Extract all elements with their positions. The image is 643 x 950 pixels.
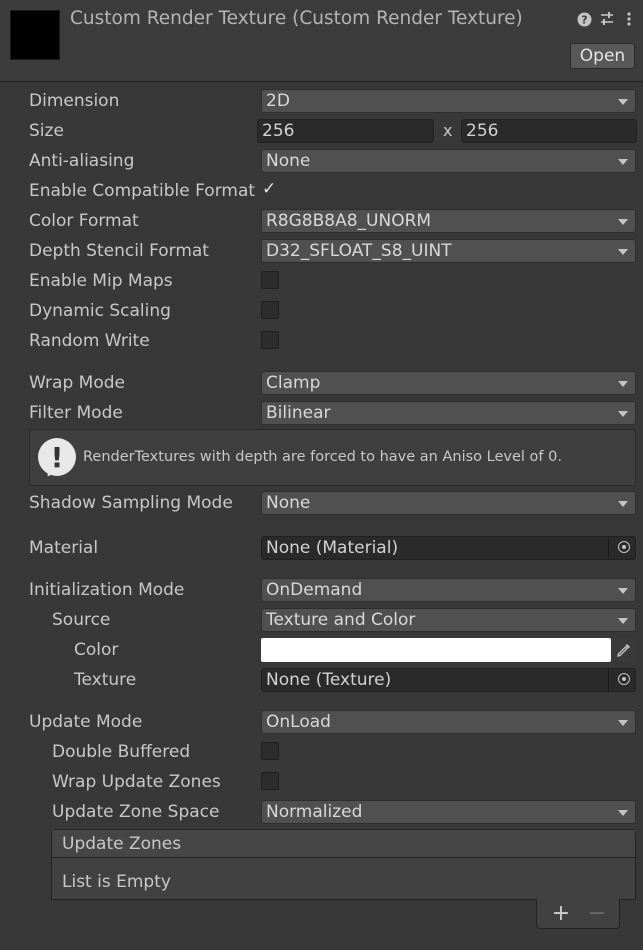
- color-format-label: Color Format: [29, 211, 139, 231]
- chevron-down-icon: [618, 810, 628, 816]
- aniso-warning-text: RenderTextures with depth are forced to …: [83, 449, 562, 465]
- update-mode-value: OnLoad: [266, 712, 331, 732]
- color-format-value: R8G8B8A8_UNORM: [266, 211, 432, 231]
- update-zone-space-label: Update Zone Space: [52, 802, 220, 822]
- color-format-dropdown[interactable]: R8G8B8A8_UNORM: [261, 209, 636, 233]
- size-label: Size: [29, 121, 64, 141]
- checkmark-icon: ✓: [262, 179, 277, 199]
- open-button[interactable]: Open: [570, 43, 635, 69]
- list-empty-text: List is Empty: [62, 872, 171, 892]
- source-label: Source: [52, 610, 111, 630]
- chevron-down-icon: [618, 159, 628, 165]
- svg-text:?: ?: [581, 13, 587, 26]
- shadow-sampling-mode-value: None: [266, 493, 311, 513]
- warning-icon: !: [38, 438, 76, 476]
- chevron-down-icon: [618, 720, 628, 726]
- update-zone-space-dropdown[interactable]: Normalized: [261, 800, 636, 824]
- asset-title: Custom Render Texture (Custom Render Tex…: [70, 8, 523, 29]
- material-label: Material: [29, 538, 99, 558]
- chevron-down-icon: [618, 411, 628, 417]
- texture-thumbnail: [10, 10, 60, 60]
- wrap-update-zones-checkbox[interactable]: [261, 772, 279, 790]
- shadow-sampling-mode-label: Shadow Sampling Mode: [29, 493, 233, 513]
- initialization-mode-dropdown[interactable]: OnDemand: [261, 578, 636, 602]
- depth-stencil-format-label: Depth Stencil Format: [29, 241, 209, 261]
- update-zones-title: Update Zones: [62, 834, 182, 854]
- add-zone-button[interactable]: +: [546, 899, 576, 928]
- enable-compatible-format-label: Enable Compatible Format: [29, 181, 256, 201]
- double-buffered-label: Double Buffered: [52, 742, 191, 762]
- wrap-mode-value: Clamp: [266, 373, 321, 393]
- update-mode-dropdown[interactable]: OnLoad: [261, 710, 636, 734]
- filter-mode-label: Filter Mode: [29, 403, 123, 423]
- random-write-label: Random Write: [29, 331, 150, 351]
- material-object-field[interactable]: None (Material): [261, 536, 636, 560]
- chevron-down-icon: [618, 219, 628, 225]
- anti-aliasing-label: Anti-aliasing: [29, 151, 135, 171]
- object-picker-icon[interactable]: [618, 673, 630, 685]
- chevron-down-icon: [618, 501, 628, 507]
- wrap-mode-label: Wrap Mode: [29, 373, 125, 393]
- texture-value: None (Texture): [266, 670, 392, 690]
- anti-aliasing-dropdown[interactable]: None: [261, 149, 636, 173]
- random-write-checkbox[interactable]: [261, 331, 279, 349]
- enable-mip-maps-checkbox[interactable]: [261, 271, 279, 289]
- preset-icon[interactable]: [599, 11, 615, 27]
- update-zone-space-value: Normalized: [266, 802, 363, 822]
- chevron-down-icon: [618, 99, 628, 105]
- dynamic-scaling-label: Dynamic Scaling: [29, 301, 171, 321]
- inspector-header: Custom Render Texture (Custom Render Tex…: [0, 0, 643, 82]
- chevron-down-icon: [618, 249, 628, 255]
- wrap-mode-dropdown[interactable]: Clamp: [261, 371, 636, 395]
- texture-label: Texture: [74, 670, 137, 690]
- filter-mode-dropdown[interactable]: Bilinear: [261, 401, 636, 425]
- dimension-dropdown[interactable]: 2D: [261, 89, 636, 113]
- dimension-value: 2D: [266, 91, 290, 111]
- double-buffered-checkbox[interactable]: [261, 742, 279, 760]
- dimension-label: Dimension: [29, 91, 120, 111]
- material-value: None (Material): [266, 538, 399, 558]
- chevron-down-icon: [618, 618, 628, 624]
- initialization-mode-label: Initialization Mode: [29, 580, 185, 600]
- initialization-mode-value: OnDemand: [266, 580, 363, 600]
- depth-stencil-format-value: D32_SFLOAT_S8_UINT: [266, 241, 452, 261]
- depth-stencil-format-dropdown[interactable]: D32_SFLOAT_S8_UINT: [261, 239, 636, 263]
- color-swatch[interactable]: [261, 638, 611, 662]
- chevron-down-icon: [618, 588, 628, 594]
- object-picker-icon[interactable]: [618, 541, 630, 553]
- enable-mip-maps-label: Enable Mip Maps: [29, 271, 173, 291]
- source-value: Texture and Color: [266, 610, 416, 630]
- size-height-field[interactable]: 256: [461, 119, 637, 143]
- eyedropper-icon[interactable]: [612, 638, 636, 662]
- update-mode-label: Update Mode: [29, 712, 143, 732]
- update-zones-list-header: Update Zones: [52, 830, 635, 858]
- source-dropdown[interactable]: Texture and Color: [261, 608, 636, 632]
- shadow-sampling-mode-dropdown[interactable]: None: [261, 491, 636, 515]
- wrap-update-zones-label: Wrap Update Zones: [52, 772, 221, 792]
- texture-object-field[interactable]: None (Texture): [261, 668, 636, 692]
- help-icon[interactable]: ?: [576, 11, 592, 27]
- remove-zone-button[interactable]: −: [582, 899, 612, 928]
- object-field-separator: [608, 537, 609, 559]
- size-separator: x: [443, 121, 453, 140]
- aniso-warning-helpbox: ! RenderTextures with depth are forced t…: [29, 429, 636, 486]
- update-zones-list-footer: + −: [536, 899, 620, 929]
- color-label: Color: [74, 640, 119, 660]
- anti-aliasing-value: None: [266, 151, 311, 171]
- enable-compatible-format-checkbox[interactable]: ✓: [261, 179, 279, 200]
- chevron-down-icon: [618, 381, 628, 387]
- filter-mode-value: Bilinear: [266, 403, 331, 423]
- kebab-menu-icon[interactable]: [621, 11, 637, 27]
- dynamic-scaling-checkbox[interactable]: [261, 301, 279, 319]
- update-zones-list: Update Zones List is Empty: [51, 829, 636, 900]
- object-field-separator: [608, 669, 609, 691]
- size-width-field[interactable]: 256: [257, 119, 434, 143]
